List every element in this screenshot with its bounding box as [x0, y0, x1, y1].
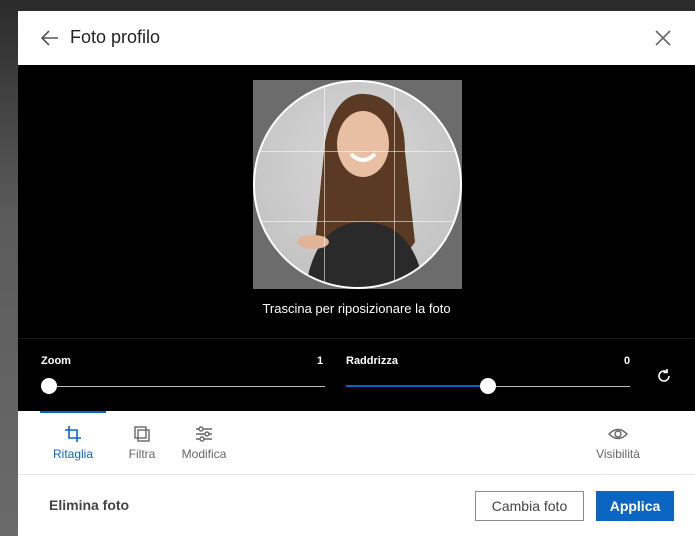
active-tab-indicator [40, 411, 106, 413]
rotate-reset-icon [658, 369, 670, 382]
zoom-slider-thumb[interactable] [41, 378, 57, 394]
modal-footer: Elimina foto Cambia foto Applica [18, 475, 695, 536]
straighten-track-fill [346, 385, 488, 387]
zoom-value: 1 [317, 355, 324, 367]
straighten-value: 0 [624, 355, 631, 367]
arrow-left-icon [40, 30, 58, 46]
close-button[interactable] [651, 26, 675, 50]
slider-panel: Zoom 1 Raddrizza 0 [18, 338, 695, 411]
zoom-label: Zoom [41, 355, 71, 367]
tab-filter[interactable]: Filtra [122, 425, 162, 461]
tab-label: Visibilità [596, 447, 640, 461]
edit-tabs: Ritaglia Filtra Modifica Visibilità [18, 411, 695, 475]
zoom-track[interactable] [49, 386, 325, 387]
filter-icon [134, 426, 150, 442]
tab-label: Modifica [181, 447, 227, 461]
photo-canvas[interactable]: Trascina per riposizionare la foto [18, 65, 695, 338]
grid-line [255, 151, 460, 152]
tab-label: Filtra [128, 447, 156, 461]
reset-button[interactable] [655, 367, 673, 385]
apply-button[interactable]: Applica [596, 491, 674, 521]
tab-adjust[interactable]: Modifica [179, 425, 229, 461]
profile-photo-modal: Foto profilo Trascina per riposizionare … [18, 11, 695, 536]
adjust-icon [196, 426, 212, 442]
close-icon [655, 30, 671, 46]
reposition-hint: Trascina per riposizionare la foto [262, 301, 451, 316]
back-button[interactable] [38, 26, 62, 50]
grid-line [255, 221, 460, 222]
grid-line [324, 82, 325, 287]
profile-photo [253, 80, 462, 289]
modal-header: Foto profilo [18, 11, 695, 65]
photo-crop-area[interactable] [253, 80, 462, 289]
tab-crop[interactable]: Ritaglia [51, 425, 95, 461]
crop-icon [65, 426, 81, 442]
tab-visibility[interactable]: Visibilità [592, 425, 644, 461]
eye-icon [608, 428, 628, 440]
tab-label: Ritaglia [52, 447, 94, 461]
page-title: Foto profilo [70, 27, 161, 47]
delete-photo-button[interactable]: Elimina foto [49, 497, 129, 513]
straighten-slider-thumb[interactable] [480, 378, 496, 394]
grid-line [394, 82, 395, 287]
straighten-label: Raddrizza [346, 355, 398, 367]
change-photo-button[interactable]: Cambia foto [475, 491, 584, 521]
